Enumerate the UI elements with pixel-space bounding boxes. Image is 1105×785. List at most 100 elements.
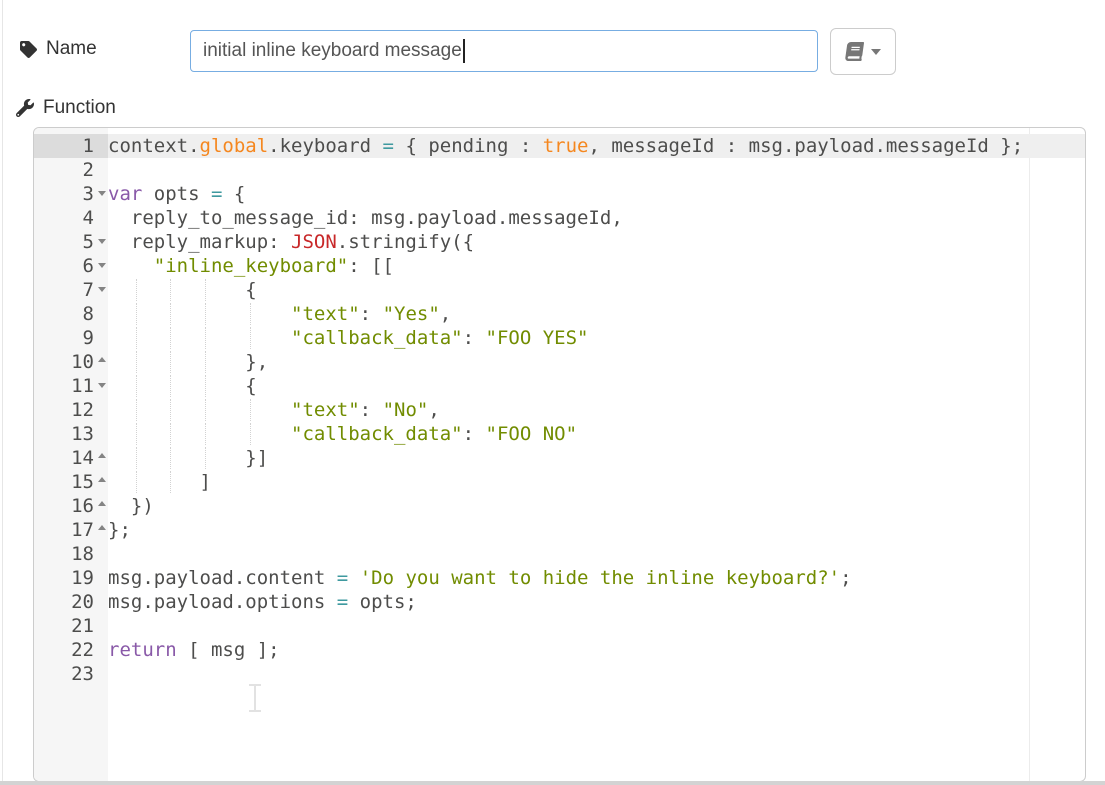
code-token: };	[108, 519, 131, 541]
indent-guide	[250, 327, 251, 349]
code-line[interactable]: "text": "No",	[108, 398, 1085, 422]
code-token: },	[108, 351, 268, 373]
code-token	[108, 255, 154, 277]
code-line[interactable]: }]	[108, 446, 1085, 470]
fold-end-icon[interactable]	[98, 501, 106, 506]
gutter-line-number[interactable]: 3	[34, 182, 108, 206]
code-line[interactable]: "callback_data": "FOO NO"	[108, 422, 1085, 446]
fold-end-icon[interactable]	[98, 477, 106, 482]
fold-open-icon[interactable]	[98, 239, 106, 244]
code-token: context.	[108, 135, 200, 157]
indent-guide	[170, 327, 171, 349]
code-token: "callback_data"	[291, 423, 463, 445]
code-token: }]	[108, 447, 268, 469]
code-line[interactable]: "callback_data": "FOO YES"	[108, 326, 1085, 350]
indent-guide	[205, 327, 206, 349]
gutter-line-number[interactable]: 18	[34, 542, 108, 566]
code-token: [ msg ];	[177, 639, 280, 661]
indent-guide	[170, 303, 171, 325]
line-number: 22	[71, 639, 94, 661]
gutter-line-number[interactable]: 23	[34, 662, 108, 686]
code-line[interactable]: {	[108, 374, 1085, 398]
function-code-editor[interactable]: 1234567891011121314151617181920212223 co…	[33, 127, 1086, 782]
fold-open-icon[interactable]	[98, 191, 106, 196]
code-token: .keyboard	[268, 135, 382, 157]
name-input[interactable]: initial inline keyboard message	[190, 30, 818, 72]
fold-open-icon[interactable]	[98, 287, 106, 292]
gutter-line-number[interactable]: 5	[34, 230, 108, 254]
code-line[interactable]: },	[108, 350, 1085, 374]
code-line[interactable]	[108, 542, 1085, 566]
gutter-line-number[interactable]: 11	[34, 374, 108, 398]
code-line[interactable]: reply_markup: JSON.stringify({	[108, 230, 1085, 254]
gutter-line-number[interactable]: 12	[34, 398, 108, 422]
gutter-line-number[interactable]: 22	[34, 638, 108, 662]
indent-guide	[136, 327, 137, 349]
line-number: 20	[71, 591, 94, 613]
code-token: opts;	[348, 591, 417, 613]
wrench-icon	[16, 99, 34, 117]
gutter-line-number[interactable]: 17	[34, 518, 108, 542]
line-number: 10	[71, 351, 94, 373]
name-input-value: initial inline keyboard message	[203, 40, 462, 62]
fold-end-icon[interactable]	[98, 357, 106, 362]
gutter-line-number[interactable]: 6	[34, 254, 108, 278]
gutter-line-number[interactable]: 15	[34, 470, 108, 494]
code-token: reply_markup:	[108, 231, 291, 253]
indent-guide	[136, 423, 137, 445]
gutter-line-number[interactable]: 9	[34, 326, 108, 350]
code-line[interactable]	[108, 158, 1085, 182]
function-label: Function	[43, 97, 116, 119]
indent-guide	[170, 447, 171, 469]
line-number: 23	[71, 663, 94, 685]
gutter-line-number[interactable]: 7	[34, 278, 108, 302]
fold-open-icon[interactable]	[98, 263, 106, 268]
code-line[interactable]: ]	[108, 470, 1085, 494]
gutter-line-number[interactable]: 19	[34, 566, 108, 590]
gutter-line-number[interactable]: 10	[34, 350, 108, 374]
gutter-line-number[interactable]: 8	[34, 302, 108, 326]
name-label-group: Name	[20, 38, 97, 60]
code-token: ,	[440, 303, 451, 325]
code-line[interactable]: {	[108, 278, 1085, 302]
gutter-line-number[interactable]: 4	[34, 206, 108, 230]
line-number: 18	[71, 543, 94, 565]
library-button[interactable]	[830, 28, 896, 75]
code-line[interactable]: var opts = {	[108, 182, 1085, 206]
line-number: 2	[83, 159, 94, 181]
indent-guide	[205, 399, 206, 421]
code-line[interactable]: context.global.keyboard = { pending : tr…	[108, 134, 1085, 158]
gutter-line-number[interactable]: 16	[34, 494, 108, 518]
line-number: 12	[71, 399, 94, 421]
indent-guide	[205, 279, 206, 301]
code-line[interactable]: "text": "Yes",	[108, 302, 1085, 326]
line-number: 11	[71, 375, 94, 397]
code-line[interactable]: })	[108, 494, 1085, 518]
code-token: "callback_data"	[291, 327, 463, 349]
gutter-line-number[interactable]: 2	[34, 158, 108, 182]
line-number: 17	[71, 519, 94, 541]
code-line[interactable]: "inline_keyboard": [[	[108, 254, 1085, 278]
gutter[interactable]: 1234567891011121314151617181920212223	[34, 128, 108, 781]
indent-guide	[250, 399, 251, 421]
gutter-line-number[interactable]: 13	[34, 422, 108, 446]
gutter-line-number[interactable]: 20	[34, 590, 108, 614]
fold-end-icon[interactable]	[98, 525, 106, 530]
code-line[interactable]: };	[108, 518, 1085, 542]
code-line[interactable]: reply_to_message_id: msg.payload.message…	[108, 206, 1085, 230]
code-line[interactable]: msg.payload.content = 'Do you want to hi…	[108, 566, 1085, 590]
code-line[interactable]: msg.payload.options = opts;	[108, 590, 1085, 614]
indent-guide	[170, 351, 171, 373]
line-number: 3	[83, 183, 94, 205]
code-line[interactable]	[108, 662, 1085, 686]
code-line[interactable]: return [ msg ];	[108, 638, 1085, 662]
line-number: 1	[83, 135, 94, 157]
gutter-line-number[interactable]: 1	[34, 134, 108, 158]
fold-open-icon[interactable]	[98, 383, 106, 388]
code-line[interactable]	[108, 614, 1085, 638]
gutter-line-number[interactable]: 14	[34, 446, 108, 470]
line-number: 13	[71, 423, 94, 445]
line-number: 16	[71, 495, 94, 517]
gutter-line-number[interactable]: 21	[34, 614, 108, 638]
fold-end-icon[interactable]	[98, 453, 106, 458]
